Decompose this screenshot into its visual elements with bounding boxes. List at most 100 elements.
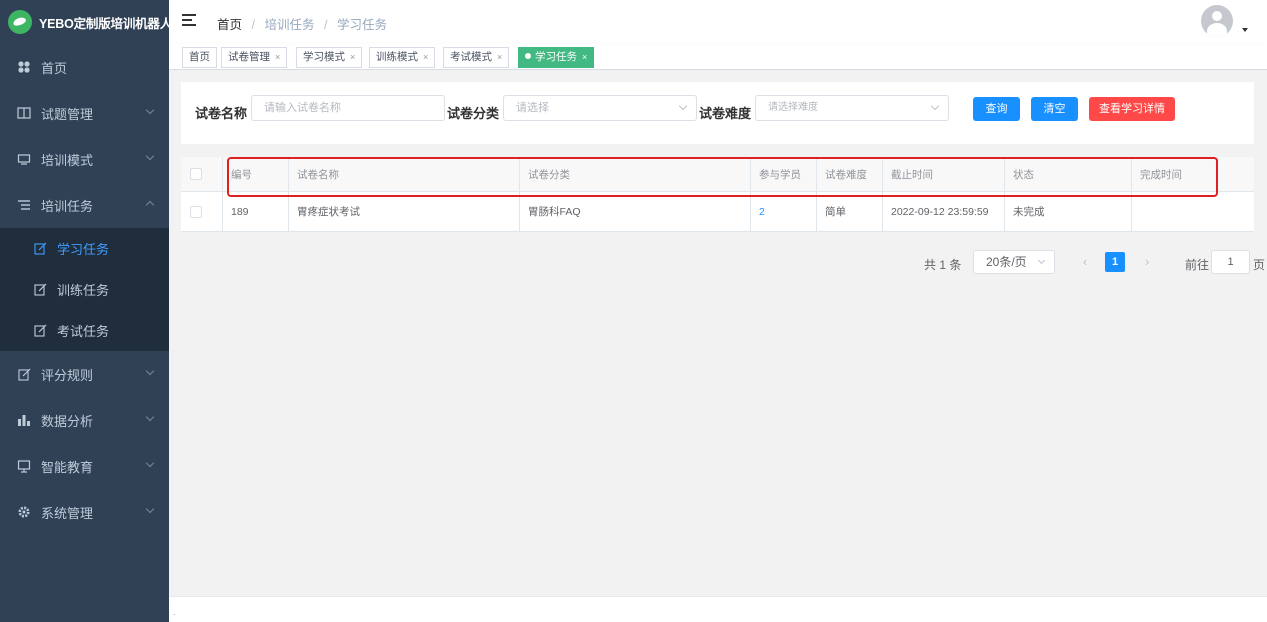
select-placeholder: 请选择 [516, 102, 549, 114]
top-navbar: 首页 / 培训任务 / 学习任务 [169, 0, 1267, 44]
submenu-item-exam-task[interactable]: 考试任务 [0, 310, 169, 351]
paper-category-select[interactable]: 请选择 [503, 95, 697, 121]
breadcrumb: 首页 / 培训任务 / 学习任务 [217, 14, 387, 33]
training-task-submenu: 学习任务 训练任务 考试任务 [0, 228, 169, 351]
task-table: 编号 试卷名称 试卷分类 参与学员 试卷难度 截止时间 状态 完成时间 189 … [181, 157, 1254, 232]
tag-label: 学习模式 [303, 51, 345, 63]
paper-difficulty-select[interactable]: 请选择难度 [755, 95, 949, 121]
app-logo[interactable]: YEBO定制版培训机器人 [0, 0, 172, 44]
tag-practice-mode[interactable]: 训练模式 × [369, 47, 436, 68]
column-header[interactable]: 试卷分类 [520, 157, 751, 191]
next-page-button[interactable]: › [1137, 252, 1157, 272]
cell-id: 189 [223, 192, 289, 231]
column-header[interactable]: 编号 [223, 157, 289, 191]
sidebar-item-scoring-rules[interactable]: 评分规则 [0, 351, 169, 397]
close-icon[interactable]: × [275, 52, 280, 62]
cell-status: 未完成 [1005, 192, 1132, 231]
select-all-cell [181, 157, 223, 191]
screen-icon [17, 459, 31, 473]
page-size-select[interactable]: 20条/页 [973, 250, 1055, 274]
paper-name-input[interactable]: 请输入试卷名称 [251, 95, 445, 121]
search-form: 试卷名称 请输入试卷名称 试卷分类 请选择 试卷难度 请选择难度 查询 清空 查… [181, 82, 1254, 144]
sidebar-item-label: 首页 [41, 60, 68, 76]
page-unit-label: 页 [1253, 258, 1266, 272]
cell-paper-name: 胃疼症状考试 [289, 192, 520, 231]
column-header[interactable]: 完成时间 [1132, 157, 1254, 191]
tag-label: 试卷管理 [228, 51, 270, 63]
chevron-down-icon [145, 366, 155, 376]
monitor-icon [17, 152, 31, 166]
avatar[interactable] [1201, 5, 1233, 37]
sidebar-item-data-analysis[interactable]: 数据分析 [0, 397, 169, 443]
chevron-down-icon [930, 101, 940, 111]
paper-difficulty-label: 试卷难度 [699, 106, 752, 121]
participants-link[interactable]: 2 [759, 206, 765, 218]
sidebar: YEBO定制版培训机器人 首页 试题管理 培训模式 培训任务 学习任务 训练任务… [0, 0, 172, 622]
submenu-item-practice-task[interactable]: 训练任务 [0, 269, 169, 310]
breadcrumb-home[interactable]: 首页 [217, 18, 242, 32]
breadcrumb-separator: / [251, 18, 255, 32]
sidebar-item-label: 数据分析 [41, 413, 94, 429]
goto-page-input[interactable]: 1 [1211, 250, 1250, 274]
clear-button[interactable]: 清空 [1031, 97, 1078, 121]
dashboard-icon [17, 60, 31, 74]
hamburger-icon[interactable] [182, 14, 196, 26]
cell-difficulty: 简单 [817, 192, 883, 231]
breadcrumb-parent[interactable]: 培训任务 [264, 18, 314, 32]
paper-name-label: 试卷名称 [195, 106, 248, 121]
query-button[interactable]: 查询 [973, 97, 1020, 121]
submenu-item-study-task[interactable]: 学习任务 [0, 228, 169, 269]
caret-down-icon[interactable] [1242, 28, 1248, 32]
tag-home[interactable]: 首页 [182, 47, 217, 68]
tag-exam-mode[interactable]: 考试模式 × [443, 47, 510, 68]
view-study-details-button[interactable]: 查看学习详情 [1089, 97, 1175, 121]
list-icon [17, 198, 31, 212]
sidebar-item-label: 试题管理 [41, 106, 94, 122]
chevron-down-icon [1037, 256, 1046, 265]
sidebar-item-label: 智能教育 [41, 459, 94, 475]
column-header[interactable]: 截止时间 [883, 157, 1005, 191]
chevron-down-icon [678, 101, 688, 111]
tag-study-mode[interactable]: 学习模式 × [296, 47, 363, 68]
column-header[interactable]: 试卷难度 [817, 157, 883, 191]
sidebar-item-training-mode[interactable]: 培训模式 [0, 136, 169, 182]
close-icon[interactable]: × [423, 52, 428, 62]
close-icon[interactable]: × [350, 52, 355, 62]
footer: . [169, 596, 1267, 622]
sidebar-item-home[interactable]: 首页 [0, 44, 169, 90]
breadcrumb-current: 学习任务 [336, 18, 387, 32]
tag-paper-management[interactable]: 试卷管理 × [221, 47, 288, 68]
sidebar-item-label: 系统管理 [41, 505, 94, 521]
edit-icon [33, 324, 47, 338]
table-row[interactable]: 189 胃疼症状考试 胃肠科FAQ 2 简单 2022-09-12 23:59:… [181, 191, 1254, 232]
row-select-cell [181, 192, 223, 231]
sidebar-item-smart-education[interactable]: 智能教育 [0, 443, 169, 489]
book-icon [17, 106, 31, 120]
cell-deadline: 2022-09-12 23:59:59 [883, 192, 1005, 231]
tags-view: 首页 试卷管理 × 学习模式 × 训练模式 × 考试模式 × 学习任务 × [169, 44, 1267, 70]
submenu-item-label: 考试任务 [57, 324, 110, 339]
prev-page-button[interactable]: ‹ [1075, 252, 1095, 272]
footer-dot: . [173, 607, 176, 617]
tag-label: 首页 [189, 51, 210, 63]
column-header[interactable]: 状态 [1005, 157, 1132, 191]
page-size-value: 20条/页 [986, 255, 1027, 269]
close-icon[interactable]: × [582, 52, 587, 62]
main-content: 试卷名称 请输入试卷名称 试卷分类 请选择 试卷难度 请选择难度 查询 清空 查… [169, 70, 1267, 596]
page-number-current[interactable]: 1 [1105, 252, 1125, 272]
row-checkbox[interactable] [190, 205, 202, 218]
column-header[interactable]: 参与学员 [751, 157, 817, 191]
sidebar-item-training-task[interactable]: 培训任务 [0, 182, 169, 228]
cell-category: 胃肠科FAQ [520, 192, 751, 231]
close-icon[interactable]: × [497, 52, 502, 62]
tag-study-task[interactable]: 学习任务 × [518, 47, 595, 68]
sidebar-item-question-management[interactable]: 试题管理 [0, 90, 169, 136]
sidebar-item-system-management[interactable]: 系统管理 [0, 489, 169, 535]
logo-icon [8, 10, 32, 34]
column-header[interactable]: 试卷名称 [289, 157, 520, 191]
sidebar-item-label: 培训任务 [41, 198, 94, 214]
edit-icon [33, 242, 47, 256]
paper-category-label: 试卷分类 [447, 106, 500, 121]
select-all-checkbox[interactable] [190, 168, 202, 180]
pagination-total: 共 1 条 [924, 258, 962, 272]
